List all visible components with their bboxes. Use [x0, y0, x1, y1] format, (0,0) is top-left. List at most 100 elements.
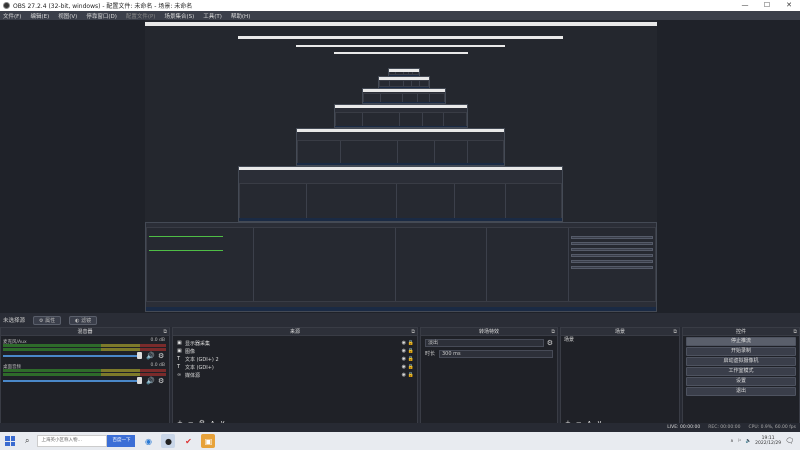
menu-bar: 文件(F) 编辑(E) 视图(V) 停靠窗口(D) 配置文件(P) 场景集合(S… [0, 11, 800, 20]
windows-taskbar: ⌕ 上海英小区称入物… 百度一下 ◉ ● ✔ ▣ ∧ ⚐ 🔈 19:11 202… [0, 432, 800, 450]
volume-slider-handle[interactable] [137, 352, 142, 359]
volume-meter [3, 373, 166, 376]
no-source-selected: 未选择源 [3, 318, 26, 324]
eye-icon[interactable]: ◉ [402, 348, 406, 354]
eye-icon[interactable]: ◉ [402, 340, 406, 346]
exit-button[interactable]: 退出 [686, 387, 796, 396]
lock-icon[interactable]: 🔒 [408, 340, 414, 346]
gear-icon[interactable]: ⚙ [158, 352, 164, 360]
nested-preview-frame [145, 222, 657, 312]
speaker-icon[interactable]: 🔊 [146, 352, 155, 360]
menu-scene-collection[interactable]: 场景集合(S) [164, 12, 194, 20]
baidu-search-button[interactable]: 百度一下 [107, 435, 136, 447]
sources-title: 来源 [289, 329, 300, 335]
search-icon[interactable]: ⌕ [25, 436, 29, 446]
dock-float-icon[interactable]: ⧉ [163, 328, 167, 336]
source-name: 文本 (GDI+) 2 [185, 356, 219, 363]
speaker-icon[interactable]: 🔊 [146, 377, 155, 385]
volume-meter [3, 348, 166, 351]
speaker-icon[interactable]: 🔈 [746, 439, 752, 444]
sources-header: 来源 ⧉ [173, 328, 417, 336]
chevron-up-icon[interactable]: ∧ [730, 439, 733, 444]
settings-button[interactable]: 设置 [686, 377, 796, 386]
close-button[interactable]: ✕ [778, 0, 800, 11]
media-icon: ∞ [177, 372, 182, 378]
nested-preview-frame [334, 104, 468, 128]
mixer-title: 混音器 [77, 329, 93, 335]
maximize-button[interactable]: ☐ [756, 0, 778, 11]
properties-button[interactable]: ⚙ 属性 [33, 315, 62, 325]
dock-float-icon[interactable]: ⧉ [793, 328, 797, 336]
menu-help[interactable]: 帮助(H) [231, 12, 250, 20]
transition-type-row: 淡出 ⚙ [425, 338, 553, 347]
controls-header: 控件 ⧉ [683, 328, 799, 336]
lock-icon[interactable]: 🔒 [408, 364, 414, 370]
start-virtual-camera-button[interactable]: 启动虚拟摄像机 [686, 357, 796, 366]
nested-window-titlebar [145, 22, 657, 26]
gear-icon[interactable]: ⚙ [547, 339, 553, 347]
windows-start-icon[interactable] [5, 436, 15, 446]
channel-db: 0.0 dB [150, 338, 165, 343]
volume-slider-handle[interactable] [137, 377, 142, 384]
volume-slider[interactable] [3, 380, 141, 382]
sources-dock: 来源 ⧉ ▣ 显示器采集 ◉ 🔒 ▣ 图像 ◉ 🔒 T 文本 (GDI+) 2 ◉ 🔒 T 文本 (G… [172, 327, 418, 430]
start-recording-button[interactable]: 开始录制 [686, 347, 796, 356]
source-item[interactable]: T 文本 (GDI+) 2 ◉ 🔒 [173, 355, 417, 363]
volume-slider[interactable] [3, 355, 141, 357]
lock-icon[interactable]: 🔒 [408, 372, 414, 378]
gear-icon[interactable]: ⚙ [158, 377, 164, 385]
duration-input[interactable]: 300 ms [439, 349, 553, 358]
source-item[interactable]: ▣ 显示器采集 ◉ 🔒 [173, 339, 417, 347]
transitions-title: 转场特效 [478, 329, 499, 335]
menu-view[interactable]: 视图(V) [58, 12, 77, 20]
filters-label: 滤镜 [81, 317, 92, 324]
dock-float-icon[interactable]: ⧉ [411, 328, 415, 336]
monitor-icon: ▣ [177, 340, 182, 346]
dock-float-icon[interactable]: ⧉ [673, 328, 677, 336]
network-icon[interactable]: ⚐ [738, 439, 742, 444]
source-name: 文本 (GDI+) [185, 364, 214, 371]
image-icon: ▣ [177, 348, 182, 354]
window-title: OBS 27.2.4 (32-bit, windows) - 配置文件: 未命名… [13, 3, 193, 10]
stop-streaming-button[interactable]: 停止推流 [686, 337, 796, 346]
minimize-button[interactable]: — [734, 0, 756, 11]
dock-float-icon[interactable]: ⧉ [551, 328, 555, 336]
channel-db: 0.0 dB [150, 363, 165, 368]
eye-icon[interactable]: ◉ [402, 372, 406, 378]
menu-profile[interactable]: 配置文件(P) [126, 12, 156, 20]
lock-icon[interactable]: 🔒 [408, 348, 414, 354]
clock[interactable]: 19:11 2022/12/29 [755, 436, 781, 446]
menu-edit[interactable]: 编辑(E) [30, 12, 49, 20]
app-icon[interactable]: ▣ [201, 434, 216, 448]
properties-label: 属性 [45, 317, 56, 324]
studio-mode-button[interactable]: 工作室模式 [686, 367, 796, 376]
eye-icon[interactable]: ◉ [402, 364, 406, 370]
obs-logo-icon [3, 2, 10, 9]
scenes-header: 场景 ⧉ [561, 328, 679, 336]
notification-icon[interactable]: 🗨 [785, 437, 794, 445]
menu-file[interactable]: 文件(F) [3, 12, 21, 20]
nested-preview-frame [296, 128, 505, 166]
scenes-title: 场景 [614, 329, 625, 335]
source-item[interactable]: ▣ 图像 ◉ 🔒 [173, 347, 417, 355]
source-item[interactable]: ∞ 媒体源 ◉ 🔒 [173, 371, 417, 379]
nested-window-titlebar [334, 52, 468, 54]
lock-icon[interactable]: 🔒 [408, 356, 414, 362]
source-name: 图像 [185, 348, 196, 355]
scenes-dock: 场景⧉ 场景 + − ∧ ∨ [560, 327, 680, 430]
obs-taskbar-icon[interactable]: ● [161, 434, 176, 448]
scene-item[interactable]: 场景 [561, 336, 679, 344]
menu-tools[interactable]: 工具(T) [203, 12, 222, 20]
controls-title: 控件 [735, 329, 746, 335]
app-icon[interactable]: ✔ [181, 434, 195, 448]
transition-type-select[interactable]: 淡出 [425, 338, 544, 347]
taskbar-search-input[interactable]: 上海英小区称入物… [37, 435, 108, 447]
nested-preview-frame [378, 76, 430, 88]
source-item[interactable]: T 文本 (GDI+) ◉ 🔒 [173, 363, 417, 371]
eye-icon[interactable]: ◉ [402, 356, 406, 362]
menu-docks[interactable]: 停靠窗口(D) [86, 12, 117, 20]
filters-button[interactable]: ◐ 滤镜 [69, 315, 98, 325]
edge-browser-icon[interactable]: ◉ [141, 434, 155, 448]
rec-timer: REC: 00:00:00 [708, 425, 741, 430]
live-timer: LIVE: 00:00:00 [667, 425, 701, 430]
